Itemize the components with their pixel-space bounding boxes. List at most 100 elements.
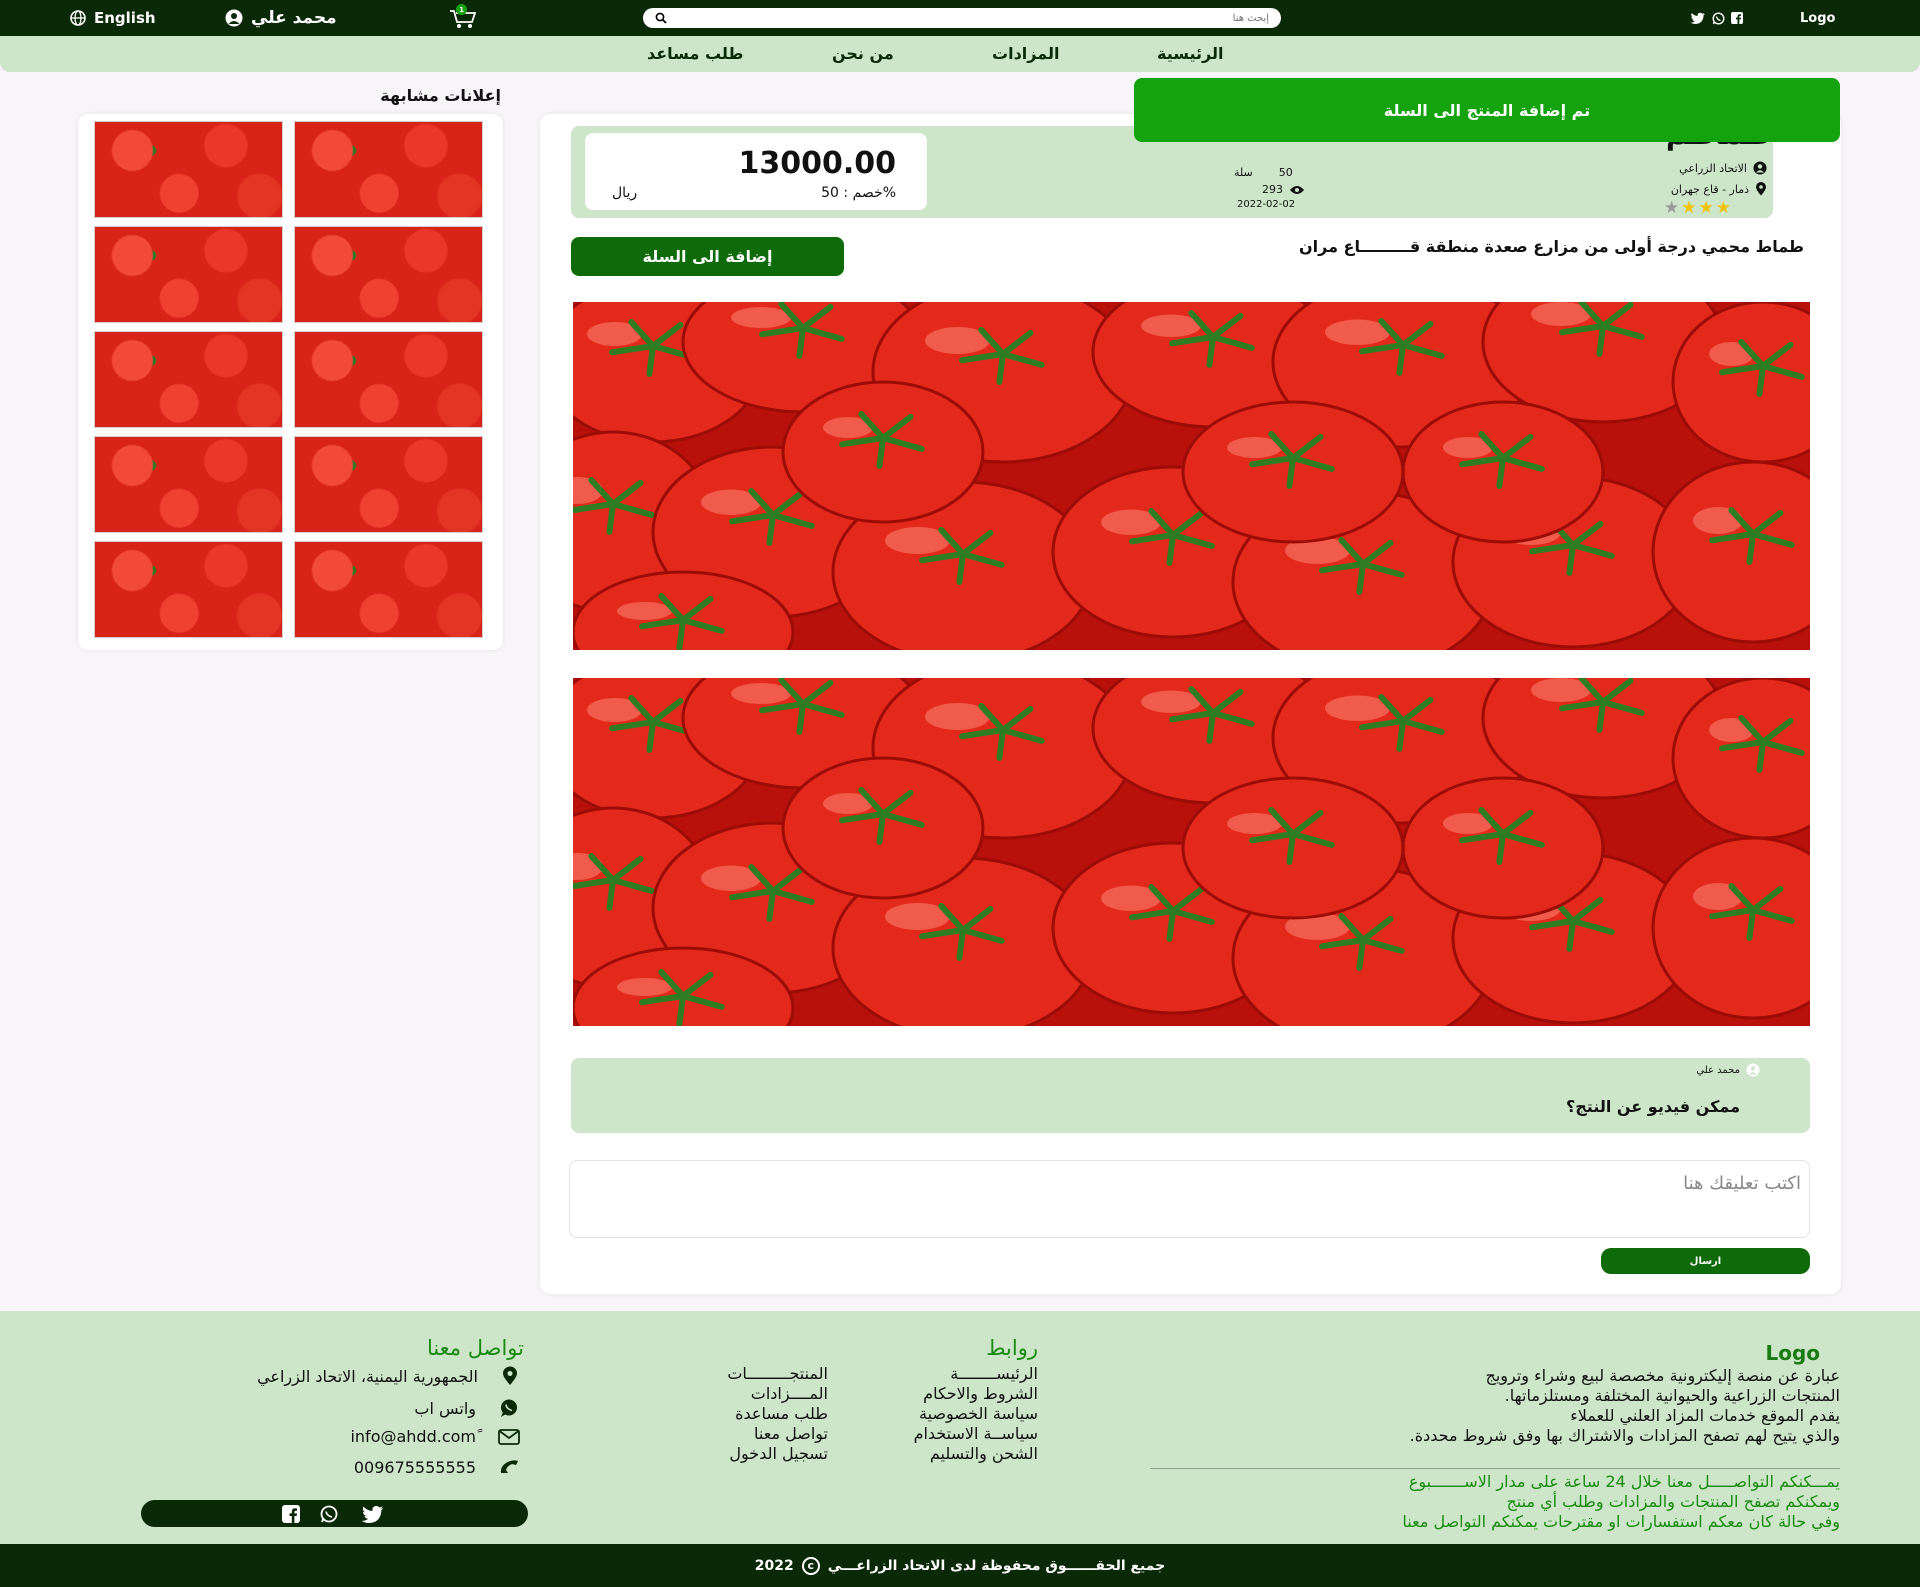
comment-input[interactable] (569, 1160, 1810, 1238)
copyright-year: 2022 (754, 1557, 794, 1574)
seller-info: الاتحاد الزراعي (1560, 161, 1767, 175)
comment-author-name: محمد علي (1696, 1064, 1740, 1076)
info-line: وفي حالة كان معكم استفسارات او مقترحات ي… (1402, 1512, 1840, 1531)
star-icon[interactable]: ★ (1681, 200, 1696, 217)
similar-ad-thumbnail[interactable] (294, 226, 483, 323)
similar-ad-thumbnail[interactable] (294, 436, 483, 533)
top-social-links (1690, 0, 1743, 36)
location-pin-icon (503, 1366, 517, 1385)
phone-row[interactable]: 009675555555 (100, 1457, 520, 1477)
contact-info-text: يمـــكنكم التواصـــــل معنا خلال 24 ساعة… (1110, 1472, 1840, 1532)
product-image[interactable] (573, 302, 1810, 650)
tomato-photo (573, 302, 1810, 650)
user-icon (1753, 161, 1767, 175)
toast-notification: تم إضافة المنتج الى السلة (1134, 78, 1840, 142)
nav-about[interactable]: من نحن (832, 44, 894, 63)
similar-ad-thumbnail[interactable] (294, 331, 483, 428)
footer-link-login[interactable]: تسجيل الدخول (660, 1444, 828, 1463)
comment-author: محمد علي (1600, 1063, 1760, 1077)
whatsapp-icon[interactable] (314, 1505, 344, 1523)
nav-auctions[interactable]: المزادات (992, 44, 1059, 63)
similar-ad-thumbnail[interactable] (94, 121, 283, 218)
quantity-info: سلة 50 (1234, 166, 1293, 179)
cart-button[interactable]: 1 (448, 0, 478, 36)
facebook-icon[interactable] (1731, 12, 1743, 24)
logo[interactable]: Logo (1800, 0, 1835, 36)
product-description: طماط محمي درجة أولى من مزارع صعدة منطقة … (1298, 237, 1804, 256)
similar-ads-title: إعلانات مشابهة (380, 86, 501, 105)
rating-stars[interactable]: ★ ★ ★ ★ (1664, 200, 1731, 217)
mail-icon (498, 1428, 520, 1445)
footer-link-privacy[interactable]: سياسة الخصوصية (850, 1404, 1038, 1423)
similar-ad-thumbnail[interactable] (294, 121, 483, 218)
about-line: يقدم الموقع خدمات المزاد العلني للعملاء (1570, 1406, 1840, 1425)
search-bar (643, 8, 1281, 28)
top-bar: English محمد علي 1 Logo (0, 0, 1920, 36)
star-icon[interactable]: ★ (1716, 200, 1731, 217)
phone-icon (500, 1460, 518, 1473)
cart-count: 1 (456, 4, 467, 15)
whatsapp-icon (501, 1399, 517, 1417)
views-count: 293 (1262, 183, 1283, 196)
location-text: ذمار - قاع جهران (1670, 182, 1749, 196)
whatsapp-row[interactable]: واتس اب (100, 1397, 520, 1419)
footer-logo[interactable]: Logo (1700, 1341, 1820, 1365)
copyright-icon: c (801, 1556, 820, 1575)
currency-label: ريال (612, 185, 638, 201)
footer-link-help[interactable]: طلب مساعدة (660, 1404, 828, 1423)
tomato-photo (573, 678, 1810, 1026)
star-icon[interactable]: ★ (1699, 200, 1714, 217)
similar-ad-thumbnail[interactable] (94, 541, 283, 638)
unit-label: سلة (1234, 166, 1253, 179)
about-line: .والذي يتيح لهم تصفح المزادات والاشتراك … (1409, 1426, 1840, 1445)
footer-link-auctions[interactable]: المــــزادات (660, 1384, 828, 1403)
main-nav: الرئيسية المزادات من نحن طلب مساعد (0, 36, 1920, 72)
search-icon[interactable] (655, 12, 667, 24)
footer-link-home[interactable]: الرئيســــــــة (870, 1364, 1038, 1383)
discount-label: خصم : 50% (821, 185, 896, 201)
similar-ad-thumbnail[interactable] (294, 541, 483, 638)
phone-text: 009675555555 (353, 1457, 476, 1477)
footer-link-terms[interactable]: الشروط والاحكام (870, 1384, 1038, 1403)
similar-ads-panel (78, 114, 503, 650)
similar-ad-thumbnail[interactable] (94, 436, 283, 533)
whatsapp-icon[interactable] (1712, 11, 1725, 25)
twitter-icon[interactable] (1690, 12, 1706, 24)
footer-link-shipping[interactable]: الشحن والتسليم (850, 1444, 1038, 1463)
user-name: محمد علي (251, 8, 337, 28)
email-row[interactable]: info@ahdd.comً (100, 1427, 520, 1446)
footer-link-contact[interactable]: تواصل معنا (660, 1424, 828, 1443)
nav-help-request[interactable]: طلب مساعد (647, 44, 743, 63)
address-text: الجمهورية اليمنية، الاتحاد الزراعي (257, 1366, 478, 1386)
post-date: 2022-02-02 (1237, 199, 1296, 210)
seller-name: الاتحاد الزراعي (1679, 161, 1747, 175)
links-title: روابط (986, 1336, 1038, 1360)
product-price: 13000.00 (738, 146, 896, 181)
similar-ad-thumbnail[interactable] (94, 331, 283, 428)
copyright-text: جميع الحقــــــوق محفوظة لدى الاتحاد الز… (827, 1557, 1166, 1574)
search-input[interactable] (667, 9, 1269, 27)
star-icon[interactable]: ★ (1664, 200, 1679, 217)
add-to-cart-button[interactable]: إضافة الى السلة (571, 237, 844, 276)
info-line: ويمكنكم تصفح المنتجات والمزادات وطلب أي … (1506, 1492, 1840, 1511)
nav-home[interactable]: الرئيسية (1157, 44, 1224, 63)
send-comment-button[interactable]: ارسال (1601, 1248, 1810, 1274)
similar-ad-thumbnail[interactable] (94, 226, 283, 323)
about-line: .المنتجات الزراعية والحيوانية المختلفة و… (1504, 1386, 1840, 1405)
comment-text: ممكن فيديو عن النتج؟ (1565, 1097, 1740, 1116)
globe-icon (70, 10, 86, 26)
avatar-icon (1746, 1063, 1760, 1077)
language-label: English (94, 9, 156, 27)
location-info: ذمار - قاع جهران (1560, 182, 1767, 196)
footer-link-usage[interactable]: سياســة الاستخدام (850, 1424, 1038, 1443)
language-switch[interactable]: English (70, 0, 156, 36)
whatsapp-text: واتس اب (414, 1398, 476, 1418)
about-line: عبارة عن منصة إليكترونية مخصصة لبيع وشرا… (1485, 1366, 1840, 1385)
footer-link-products[interactable]: المنتجـــــــــات (660, 1364, 828, 1383)
info-line: يمـــكنكم التواصـــــل معنا خلال 24 ساعة… (1408, 1472, 1840, 1491)
footer-social-bar (141, 1500, 528, 1527)
product-image[interactable] (573, 678, 1810, 1026)
facebook-icon[interactable] (281, 1504, 300, 1523)
user-menu[interactable]: محمد علي (225, 0, 337, 36)
twitter-icon[interactable] (358, 1505, 388, 1523)
